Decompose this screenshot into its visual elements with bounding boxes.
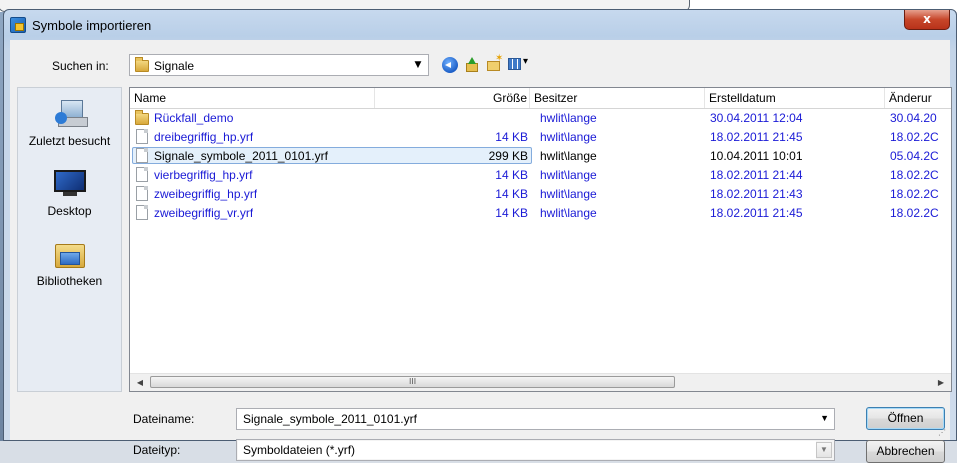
file-size: 14 KB	[495, 187, 528, 201]
file-created: 18.02.2011 21:43	[710, 187, 803, 201]
place-label: Desktop	[47, 204, 92, 218]
column-owner[interactable]: Besitzer	[530, 88, 705, 108]
column-name[interactable]: Name	[130, 88, 375, 108]
horizontal-scrollbar[interactable]: ◀ III ▶	[130, 373, 951, 391]
back-icon[interactable]	[442, 57, 458, 73]
column-modified[interactable]: Änderur	[885, 88, 951, 108]
file-size: 299 KB	[488, 149, 528, 163]
file-name: Rückfall_demo	[154, 111, 234, 125]
file-owner: hwlit\lange	[540, 149, 597, 163]
look-in-combobox[interactable]: Signale ▼	[129, 54, 429, 76]
filename-field[interactable]: Signale_symbole_2011_0101.yrf ▼	[236, 408, 835, 430]
list-item[interactable]: zweibegriffig_hp.yrf 14 KB hwlit\lange 1…	[130, 185, 951, 203]
chevron-down-icon[interactable]: ▼	[816, 442, 832, 458]
file-name: zweibegriffig_hp.yrf	[154, 187, 258, 201]
chevron-down-icon[interactable]: ▼	[820, 413, 829, 423]
file-name: Signale_symbole_2011_0101.yrf	[154, 149, 328, 163]
file-modified: 18.02.2C	[890, 206, 939, 220]
file-modified: 05.04.2C	[890, 149, 939, 163]
scroll-left-icon[interactable]: ◀	[132, 376, 148, 389]
column-created[interactable]: Erstelldatum	[705, 88, 885, 108]
file-modified: 18.02.2C	[890, 168, 939, 182]
file-icon	[136, 205, 148, 220]
place-label: Bibliotheken	[36, 274, 103, 288]
filetype-select[interactable]: Symboldateien (*.yrf) ▼	[236, 439, 835, 461]
dialog-client-area: Suchen in: Signale ▼ Zuletzt besucht Des…	[10, 40, 952, 463]
file-created: 30.04.2011 12:04	[710, 111, 803, 125]
view-menu-icon[interactable]	[508, 56, 532, 73]
list-item-selected[interactable]: Signale_symbole_2011_0101.yrf 299 KB hwl…	[130, 147, 951, 165]
title-bar[interactable]: Symbole importieren x	[4, 10, 956, 40]
file-modified: 18.02.2C	[890, 187, 939, 201]
places-bar: Zuletzt besucht Desktop Bibliotheken	[17, 87, 122, 392]
close-button[interactable]: x	[904, 10, 950, 30]
file-created: 18.02.2011 21:44	[710, 168, 803, 182]
resize-grip-icon[interactable]: ⋰	[938, 428, 948, 438]
filename-value: Signale_symbole_2011_0101.yrf	[243, 412, 417, 426]
column-header: Name Größe Besitzer Erstelldatum Änderur	[130, 88, 951, 109]
filetype-label: Dateityp:	[133, 443, 181, 457]
file-list[interactable]: Name Größe Besitzer Erstelldatum Änderur…	[129, 87, 952, 392]
file-owner: hwlit\lange	[540, 168, 597, 182]
column-size[interactable]: Größe	[375, 88, 530, 108]
file-owner: hwlit\lange	[540, 187, 597, 201]
place-libraries[interactable]: Bibliotheken	[18, 238, 121, 288]
place-desktop[interactable]: Desktop	[18, 168, 121, 218]
libraries-icon	[53, 238, 87, 270]
file-icon	[136, 167, 148, 182]
open-button[interactable]: Öffnen	[866, 407, 945, 430]
file-created: 10.04.2011 10:01	[710, 149, 803, 163]
file-name: vierbegriffig_hp.yrf	[154, 168, 253, 182]
up-folder-icon[interactable]	[464, 57, 480, 73]
filetype-value: Symboldateien (*.yrf)	[238, 441, 816, 459]
scrollbar-thumb[interactable]: III	[150, 376, 675, 388]
scroll-right-icon[interactable]: ▶	[933, 376, 949, 389]
file-size: 14 KB	[495, 168, 528, 182]
list-item[interactable]: vierbegriffig_hp.yrf 14 KB hwlit\lange 1…	[130, 166, 951, 184]
list-item[interactable]: Rückfall_demo hwlit\lange 30.04.2011 12:…	[130, 109, 951, 127]
look-in-value: Signale	[154, 59, 195, 73]
dialog-title: Symbole importieren	[32, 18, 152, 33]
folder-icon	[135, 110, 149, 125]
folder-icon	[135, 57, 149, 72]
desktop-icon	[53, 168, 87, 200]
file-icon	[136, 129, 148, 144]
file-modified: 18.02.2C	[890, 130, 939, 144]
filename-label: Dateiname:	[133, 412, 195, 426]
file-icon	[136, 148, 148, 163]
file-owner: hwlit\lange	[540, 206, 597, 220]
place-recent[interactable]: Zuletzt besucht	[18, 98, 121, 148]
app-icon	[10, 17, 26, 33]
place-label: Zuletzt besucht	[28, 134, 111, 148]
file-size: 14 KB	[495, 206, 528, 220]
cancel-button[interactable]: Abbrechen	[866, 440, 945, 463]
look-in-label: Suchen in:	[52, 59, 109, 73]
file-owner: hwlit\lange	[540, 111, 597, 125]
file-modified: 30.04.20	[890, 111, 937, 125]
list-item[interactable]: dreibegriffig_hp.yrf 14 KB hwlit\lange 1…	[130, 128, 951, 146]
recent-places-icon	[53, 98, 88, 130]
file-created: 18.02.2011 21:45	[710, 206, 803, 220]
file-created: 18.02.2011 21:45	[710, 130, 803, 144]
grip-icon: III	[409, 377, 417, 386]
list-item[interactable]: zweibegriffig_vr.yrf 14 KB hwlit\lange 1…	[130, 204, 951, 222]
file-size: 14 KB	[495, 130, 528, 144]
file-name: zweibegriffig_vr.yrf	[154, 206, 254, 220]
import-symbols-dialog: Symbole importieren x Suchen in: Signale…	[3, 9, 957, 463]
new-folder-icon[interactable]	[486, 53, 503, 73]
file-name: dreibegriffig_hp.yrf	[154, 130, 254, 144]
chevron-down-icon[interactable]: ▼	[412, 59, 424, 71]
file-owner: hwlit\lange	[540, 130, 597, 144]
file-icon	[136, 186, 148, 201]
